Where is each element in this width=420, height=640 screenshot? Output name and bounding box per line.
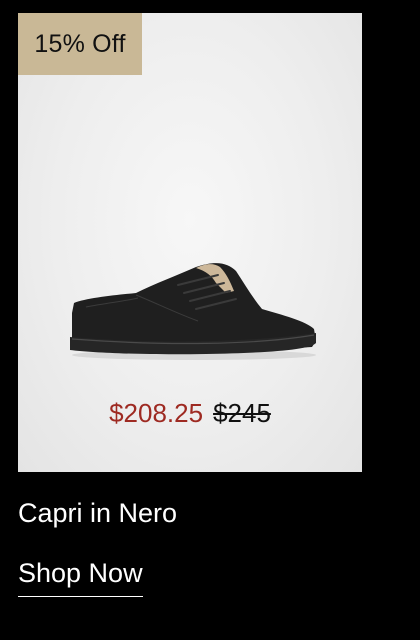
original-price: $245 [213, 398, 271, 428]
sale-price: $208.25 [109, 398, 204, 428]
product-name[interactable]: Capri in Nero [18, 496, 177, 530]
price-row: $208.25 $245 [18, 397, 362, 429]
product-image[interactable] [66, 251, 322, 361]
discount-badge: 15% Off [18, 13, 142, 75]
shop-now-link[interactable]: Shop Now [18, 556, 143, 597]
product-card[interactable]: 15% Off $208.25 $245 [18, 13, 362, 472]
